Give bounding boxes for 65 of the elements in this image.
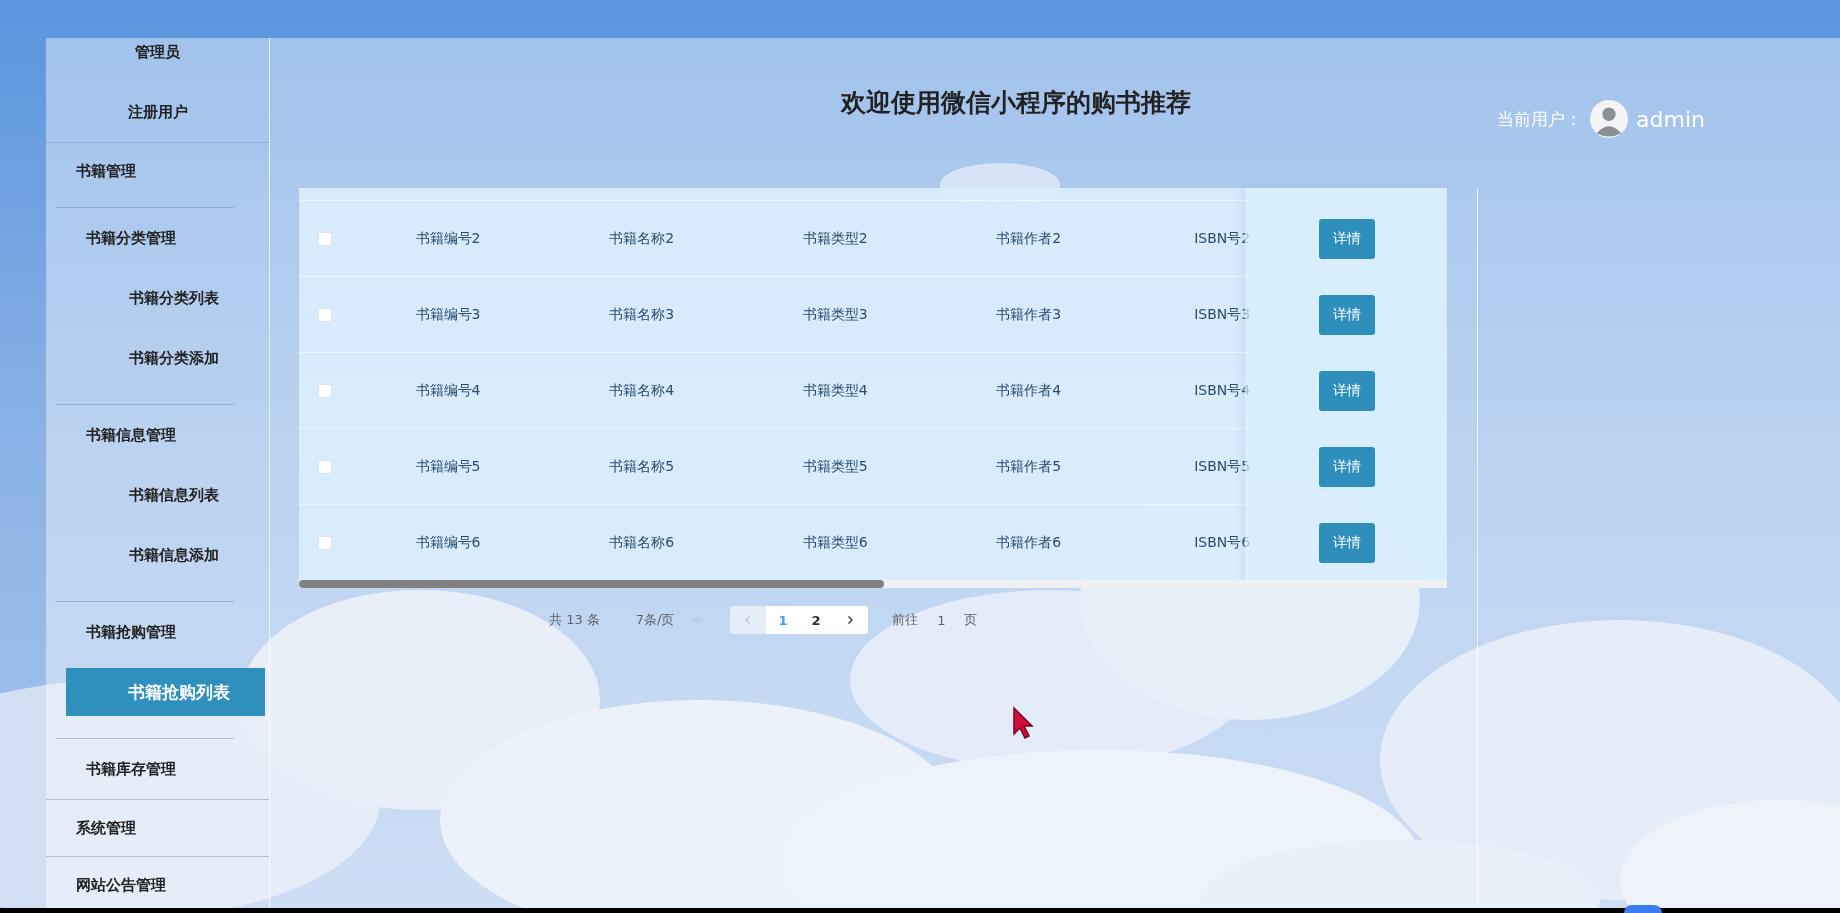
table-cell: ISBN号5	[1194, 457, 1251, 476]
horizontal-scrollbar[interactable]	[299, 580, 1447, 588]
floating-button[interactable]	[1624, 905, 1662, 913]
menu-group[interactable]: 系统管理	[46, 800, 269, 856]
table-cell: 书籍作者5	[996, 457, 1062, 476]
row-checkbox[interactable]	[318, 383, 333, 398]
table-cell: 书籍作者3	[996, 305, 1062, 324]
table-cell: 书籍作者6	[996, 533, 1062, 552]
details-button[interactable]: 详情	[1319, 370, 1375, 411]
total-count: 共 13 条	[549, 611, 600, 629]
scrollbar-thumb[interactable]	[299, 580, 884, 588]
page-title: 欢迎使用微信小程序的购书推荐	[841, 86, 1191, 119]
table-cell: ISBN号3	[1194, 305, 1251, 324]
details-button[interactable]: 详情	[1319, 294, 1375, 335]
menu-item[interactable]: 书籍分类添加	[46, 328, 269, 388]
avatar-icon	[1590, 100, 1629, 138]
page-suffix: 页	[964, 611, 978, 629]
page-input[interactable]: 1	[926, 611, 957, 629]
menu-item[interactable]: 书籍信息添加	[46, 525, 269, 585]
user-label: 当前用户：	[1497, 107, 1583, 131]
menu-group[interactable]: 网站公告管理	[46, 857, 269, 908]
table-cell: 书籍类型5	[802, 457, 868, 476]
details-button[interactable]: 详情	[1319, 218, 1375, 259]
menu-item[interactable]: 书籍抢购列表	[66, 668, 265, 716]
page-size-select[interactable]: 7条/页	[635, 611, 703, 629]
table-cell: 书籍编号4	[415, 381, 481, 400]
menu-item[interactable]: 书籍信息列表	[46, 465, 269, 525]
menu-group[interactable]: 书籍抢购管理	[56, 602, 269, 662]
cursor-icon	[1012, 706, 1034, 740]
menu-item[interactable]: 管理员	[46, 38, 269, 82]
table-cell: 书籍编号6	[415, 533, 481, 552]
menu-group[interactable]: 书籍分类管理	[56, 208, 269, 268]
page-number[interactable]: 2	[799, 606, 833, 634]
username: admin	[1636, 106, 1705, 132]
table-cell: 书籍名称3	[609, 305, 675, 324]
table-cell: 书籍名称2	[609, 229, 675, 248]
next-page-button[interactable]	[832, 606, 869, 634]
table-cell: ISBN号6	[1194, 533, 1251, 552]
table-cell: ISBN号2	[1194, 229, 1251, 248]
table-cell: 书籍类型2	[802, 229, 868, 248]
row-checkbox[interactable]	[318, 459, 333, 474]
details-button[interactable]: 详情	[1319, 446, 1375, 487]
table-cell: 书籍类型4	[802, 381, 868, 400]
menu-item[interactable]: 书籍分类列表	[46, 268, 269, 328]
table-cell: 书籍类型6	[802, 533, 868, 552]
row-checkbox[interactable]	[318, 231, 333, 246]
table-cell: 书籍类型3	[802, 305, 868, 324]
table-cell: 书籍编号2	[415, 229, 481, 248]
table-cell: 书籍编号5	[415, 457, 481, 476]
row-checkbox[interactable]	[318, 307, 333, 322]
row-checkbox[interactable]	[318, 535, 333, 550]
menu-group[interactable]: 书籍库存管理	[56, 739, 269, 799]
table-cell: ISBN号4	[1194, 381, 1251, 400]
table-cell: 书籍作者4	[996, 381, 1062, 400]
menu-group[interactable]: 书籍信息管理	[56, 405, 269, 465]
table-cell: 书籍编号3	[415, 305, 481, 324]
table-cell: 书籍作者2	[996, 229, 1062, 248]
details-button[interactable]: 详情	[1319, 522, 1375, 563]
table-cell: 书籍名称6	[609, 533, 675, 552]
caret-icon	[692, 617, 703, 623]
menu-item[interactable]: 注册用户	[46, 82, 269, 142]
table-cell: 书籍名称5	[609, 457, 675, 476]
goto-label: 前往	[892, 611, 919, 629]
menu-group[interactable]: 书籍管理	[46, 143, 269, 199]
table-cell: 书籍名称4	[609, 381, 675, 400]
